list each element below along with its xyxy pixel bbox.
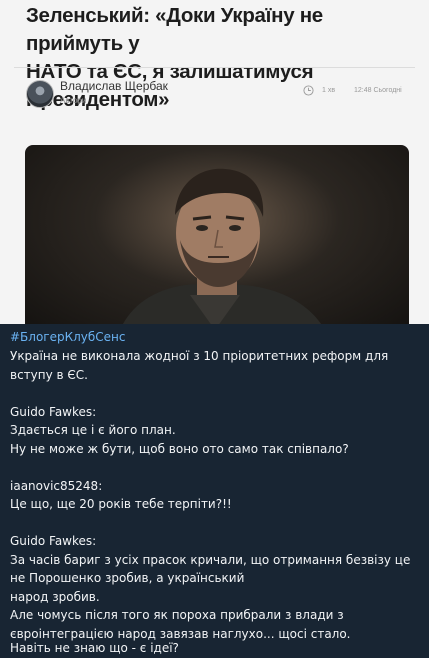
comment-author: iaanovic85248: bbox=[10, 478, 103, 493]
clock-icon bbox=[303, 85, 314, 96]
message-line: За часів бариг з усіх прасок кричали, що… bbox=[10, 552, 411, 567]
hashtag-link[interactable]: #БлогерКлубСенс bbox=[10, 328, 422, 347]
message-line: Здається це і є його план. bbox=[10, 423, 176, 437]
message-line: не Порошенко зробив, а український bbox=[10, 571, 245, 585]
message-line: Алe чомусь після того як пороха прибрали… bbox=[10, 608, 344, 622]
comment-author: Guido Fawkes: bbox=[10, 404, 97, 419]
author-name: Владислав Щербак bbox=[60, 79, 168, 93]
message-line: вступу в ЄС. bbox=[10, 367, 88, 382]
publish-time: 12:48 Сьогодні bbox=[354, 87, 402, 94]
message-line: Ну не може ж бути, щоб воно ото само так… bbox=[10, 441, 349, 456]
comment-author: Guido Fawkes: bbox=[10, 534, 97, 548]
portrait-illustration bbox=[123, 168, 322, 324]
message-body: #БлогерКлубСенс Україна не виконала жодн… bbox=[0, 324, 429, 656]
message-line: Це що, ще 20 років тебе терпіти?!! bbox=[10, 497, 232, 511]
author-avatar bbox=[26, 80, 54, 108]
message-line: народ зробив. bbox=[10, 589, 100, 604]
message-line: Україна не виконала жодної з 10 пріорите… bbox=[10, 349, 389, 363]
divider bbox=[14, 67, 415, 68]
headline-line-1: Зеленський: «Доки Україну не приймуть у bbox=[26, 4, 323, 55]
author-role: Автори bbox=[60, 96, 87, 105]
article-photo bbox=[25, 145, 409, 324]
article-screenshot: Зеленський: «Доки Україну не приймуть у … bbox=[0, 0, 429, 324]
read-time: 1 хв bbox=[322, 87, 336, 94]
message-line: Навіть не знаю що - є ідеї? bbox=[10, 641, 179, 655]
